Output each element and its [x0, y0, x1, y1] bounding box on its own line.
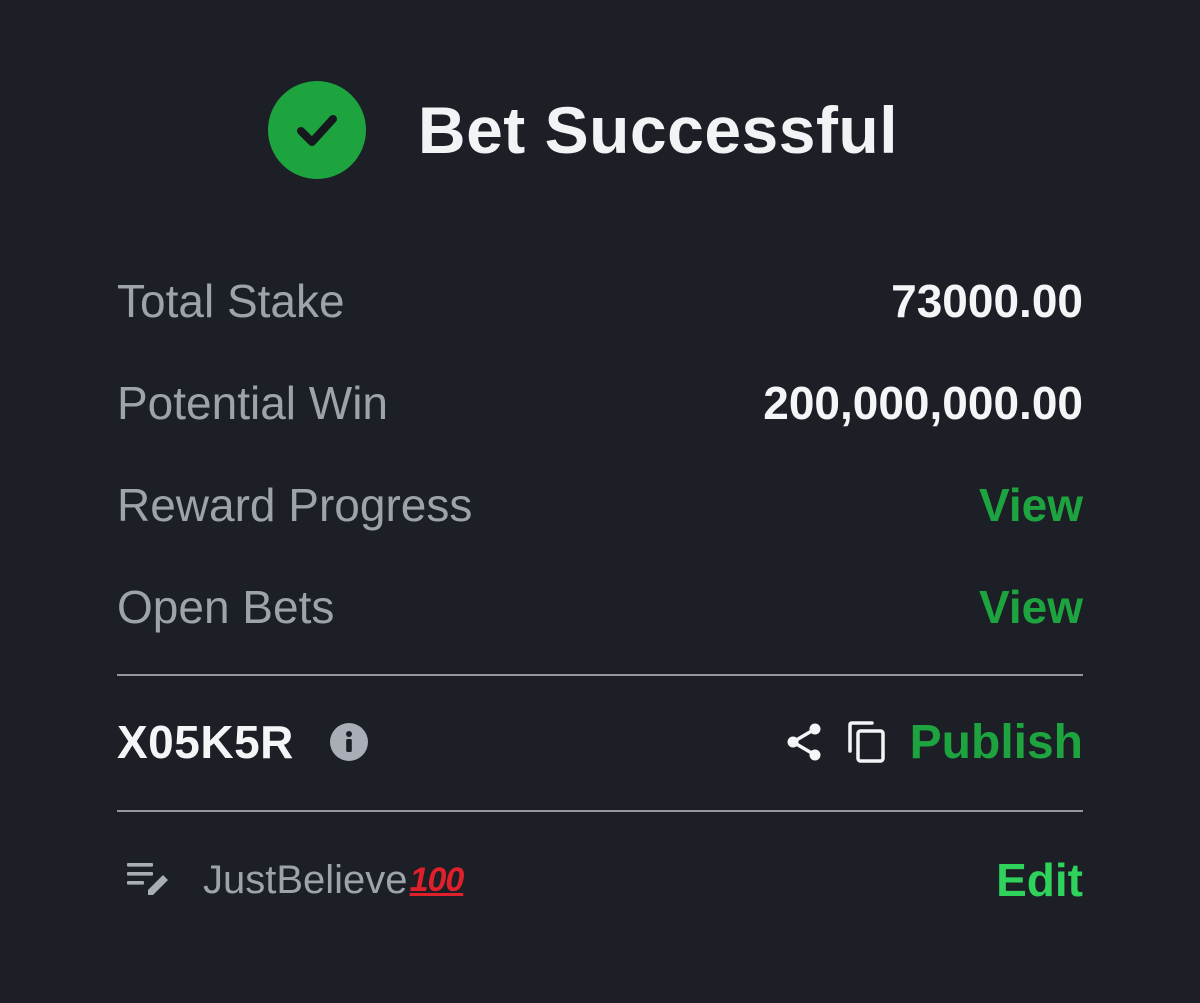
potential-win-value: 200,000,000.00 — [763, 377, 1083, 429]
reward-progress-view-link[interactable]: View — [979, 478, 1083, 532]
total-stake-label: Total Stake — [117, 275, 345, 327]
bet-summary: Total Stake 73000.00 Potential Win 200,0… — [117, 250, 1083, 658]
booking-code-group: X05K5R — [117, 715, 368, 769]
edit-note-button[interactable]: Edit — [996, 853, 1083, 907]
total-stake-value: 73000.00 — [891, 275, 1083, 327]
bet-note-group: JustBelieve 100 — [117, 857, 465, 903]
check-circle-icon — [267, 81, 366, 179]
share-icon[interactable] — [784, 721, 824, 763]
divider-top — [117, 674, 1083, 676]
bet-note-row: JustBelieve 100 Edit — [117, 842, 1083, 918]
open-bets-view-link[interactable]: View — [979, 580, 1083, 634]
reward-progress-row: Reward Progress View — [117, 454, 1083, 556]
potential-win-label: Potential Win — [117, 377, 389, 429]
potential-win-row: Potential Win 200,000,000.00 — [117, 352, 1083, 454]
note-edit-icon — [125, 858, 173, 902]
booking-code-row: X05K5R Publish — [117, 700, 1083, 784]
bet-confirmation-screen: Bet Successful Total Stake 73000.00 Pote… — [0, 0, 1200, 1003]
total-stake-row: Total Stake 73000.00 — [117, 250, 1083, 352]
reward-progress-label: Reward Progress — [117, 479, 473, 531]
copy-icon[interactable] — [846, 719, 888, 765]
bet-status-header: Bet Successful — [0, 80, 1200, 180]
page-title: Bet Successful — [417, 93, 899, 167]
info-icon[interactable] — [329, 723, 368, 761]
publish-button[interactable]: Publish — [910, 715, 1083, 770]
bet-note-text: JustBelieve — [203, 857, 408, 902]
open-bets-label: Open Bets — [117, 581, 335, 633]
booking-code: X05K5R — [117, 716, 294, 768]
divider-bottom — [117, 810, 1083, 812]
open-bets-row: Open Bets View — [117, 556, 1083, 658]
booking-actions: Publish — [784, 715, 1083, 770]
hundred-points-emoji: 100 — [409, 860, 465, 899]
